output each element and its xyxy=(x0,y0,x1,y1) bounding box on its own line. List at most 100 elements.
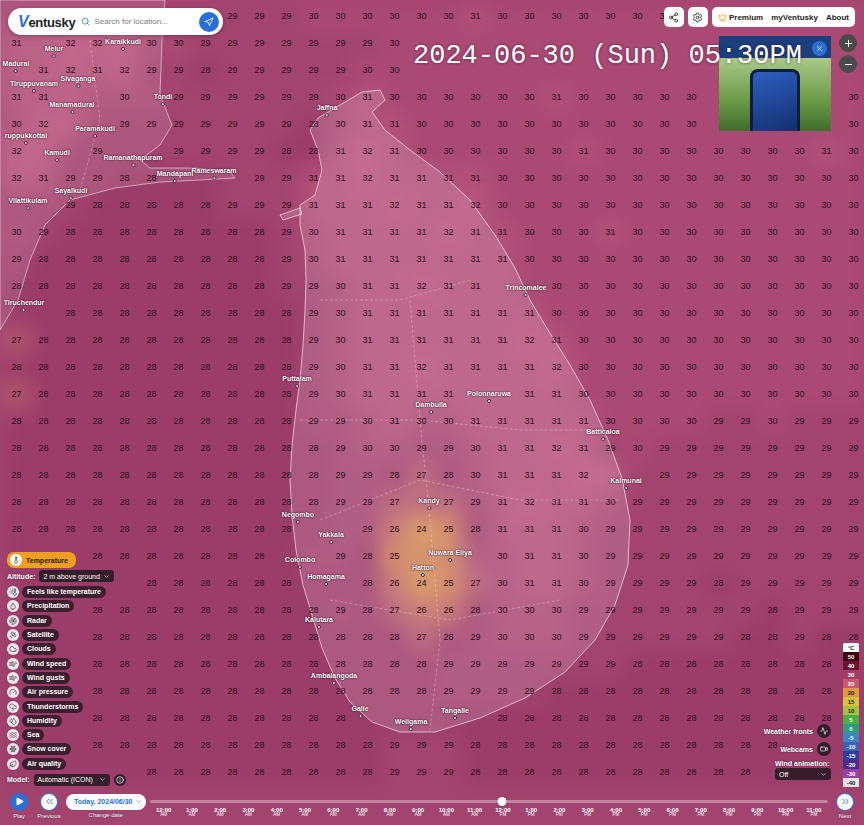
city-pin[interactable]: Tiruppuvanam xyxy=(10,80,58,93)
city-pin[interactable]: Rameswaram xyxy=(191,167,236,180)
city-pin[interactable]: Jaffna xyxy=(317,104,338,117)
temperature-value: 28 xyxy=(219,678,246,705)
temperature-value: 28 xyxy=(732,732,759,759)
settings-button[interactable] xyxy=(688,7,708,27)
city-pin[interactable]: Karaikkudi xyxy=(105,38,141,51)
city-pin[interactable]: Yakkala xyxy=(318,531,344,544)
city-pin[interactable]: Paramakudi xyxy=(75,125,115,138)
temperature-color-cell xyxy=(111,570,138,597)
temperature-value: 28 xyxy=(84,381,111,408)
temperature-value: 30 xyxy=(354,408,381,435)
city-pin[interactable]: Dambulla xyxy=(415,401,447,414)
city-pin[interactable]: Polonnaruwa xyxy=(467,390,511,403)
temperature-color-cell xyxy=(84,84,111,111)
city-pin[interactable]: Colombo xyxy=(285,556,315,569)
city-pin[interactable]: Kalutara xyxy=(305,616,333,629)
temperature-value: 28 xyxy=(57,462,84,489)
city-dot xyxy=(298,565,302,569)
city-dot xyxy=(161,102,165,106)
city-pin[interactable]: Ambalangoda xyxy=(311,672,357,685)
ventusky-map[interactable]: 2929293030303030303130303030303030313232… xyxy=(0,0,864,825)
temperature-value: 30 xyxy=(489,3,516,30)
city-pin[interactable]: Tondi xyxy=(154,93,173,106)
city-pin[interactable]: Melur xyxy=(45,45,64,58)
city-pin[interactable]: Kandy xyxy=(418,497,439,510)
locate-button[interactable] xyxy=(199,12,219,32)
temperature-color-cell xyxy=(57,111,84,138)
temperature-value: 28 xyxy=(30,381,57,408)
temperature-value: 30 xyxy=(516,84,543,111)
temperature-value xyxy=(3,300,30,327)
ventusky-logo[interactable]: Ventusky xyxy=(18,13,75,31)
temperature-value: 30 xyxy=(759,300,786,327)
temperature-value: 28 xyxy=(138,732,165,759)
city-pin[interactable]: Kalmunai xyxy=(610,477,642,490)
temperature-value: 29 xyxy=(786,489,813,516)
temperature-value: 28 xyxy=(813,624,840,651)
city-pin[interactable]: Weligama xyxy=(395,718,428,731)
city-pin[interactable]: ruppukkottai xyxy=(5,132,47,145)
city-pin[interactable]: Madurai xyxy=(3,60,30,73)
temperature-value: 31 xyxy=(435,354,462,381)
temperature-value: 31 xyxy=(435,165,462,192)
temperature-color-cell xyxy=(57,138,84,165)
zoom-out-button[interactable] xyxy=(839,55,857,73)
temperature-value: 28 xyxy=(705,759,732,786)
city-dot xyxy=(453,716,457,720)
temperature-value xyxy=(462,705,489,732)
city-pin[interactable]: Puttalam xyxy=(282,375,312,388)
temperature-value: 30 xyxy=(489,192,516,219)
city-pin[interactable]: Vilattikulam xyxy=(8,197,47,210)
nav-link[interactable]: About xyxy=(826,13,849,22)
temperature-value: 29 xyxy=(273,111,300,138)
temperature-value: 28 xyxy=(84,732,111,759)
city-pin[interactable]: Batticaloa xyxy=(586,428,619,441)
city-pin[interactable]: Negombo xyxy=(282,511,314,524)
city-pin[interactable]: Trincomalee xyxy=(506,284,547,297)
city-pin[interactable]: Sayalkudi xyxy=(55,187,88,200)
temperature-value: 30 xyxy=(570,300,597,327)
city-pin[interactable]: Tiruchendur xyxy=(4,299,45,312)
city-dot xyxy=(325,113,329,117)
city-pin[interactable]: Ramanathapuram xyxy=(103,154,162,167)
temperature-color-cell xyxy=(219,165,246,192)
city-name: Puttalam xyxy=(282,375,312,383)
city-pin[interactable]: Kamudi xyxy=(44,149,70,162)
temperature-value: 30 xyxy=(786,192,813,219)
city-pin[interactable]: Manamadurai xyxy=(49,101,94,114)
ad-close-button[interactable] xyxy=(812,41,827,56)
nav-link[interactable]: Premium xyxy=(718,13,763,22)
temperature-value: 28 xyxy=(624,759,651,786)
temperature-value: 30 xyxy=(759,273,786,300)
city-dot xyxy=(24,141,28,145)
share-button[interactable] xyxy=(664,7,684,27)
temperature-value: 28 xyxy=(732,624,759,651)
nav-link[interactable]: myVentusky xyxy=(771,13,818,22)
temperature-value: 28 xyxy=(246,381,273,408)
temperature-value: 30 xyxy=(111,84,138,111)
temperature-value: 31 xyxy=(489,408,516,435)
city-pin[interactable]: Hatton xyxy=(412,564,434,577)
temperature-value: 30 xyxy=(786,219,813,246)
city-pin[interactable]: Tangalle xyxy=(441,707,469,720)
search-input[interactable] xyxy=(94,17,193,26)
city-dot xyxy=(69,196,73,200)
temperature-value: 28 xyxy=(165,246,192,273)
temperature-value: 28 xyxy=(624,651,651,678)
search-field[interactable] xyxy=(81,17,193,26)
temperature-value: 31 xyxy=(516,516,543,543)
temperature-value: 30 xyxy=(651,327,678,354)
temperature-value: 30 xyxy=(597,381,624,408)
temperature-value: 30 xyxy=(570,3,597,30)
temperature-value: 29 xyxy=(678,624,705,651)
city-pin[interactable]: Mandapam xyxy=(157,170,194,183)
zoom-in-button[interactable] xyxy=(839,34,857,52)
temperature-color-cell xyxy=(111,138,138,165)
city-pin[interactable]: Galle xyxy=(351,705,368,718)
city-pin[interactable]: Nuwara Eliya xyxy=(428,549,472,562)
city-pin[interactable]: Sivaganga xyxy=(60,75,95,88)
temperature-value: 28 xyxy=(192,516,219,543)
city-pin[interactable]: Homagama xyxy=(307,573,345,586)
layer-item-selected[interactable]: Temperature xyxy=(7,552,76,568)
temperature-value: 30 xyxy=(624,327,651,354)
